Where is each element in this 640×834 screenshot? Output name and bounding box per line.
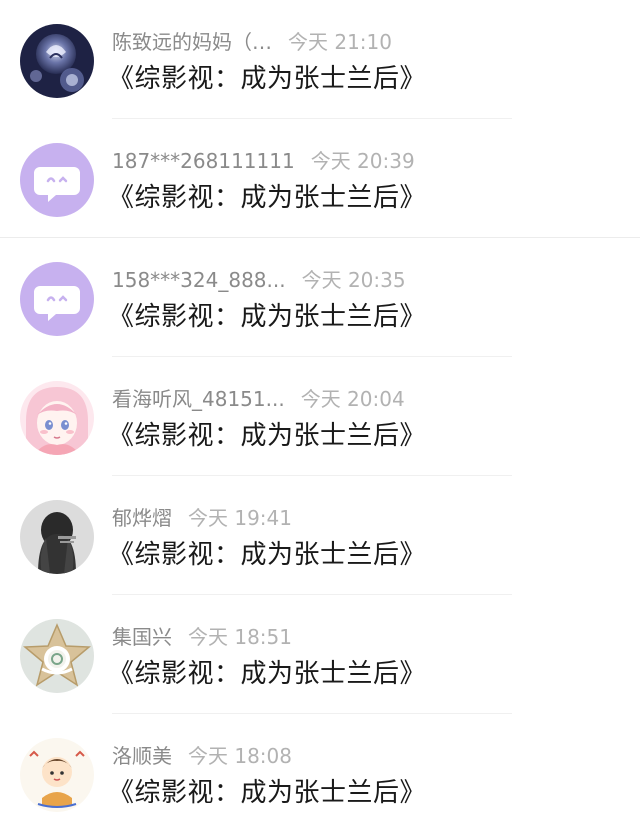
comment-list: 陈致远的妈妈（… 今天 21:10 《综影视：成为张士兰后》 187***2681… <box>0 0 640 834</box>
book-title[interactable]: 《综影视：成为张士兰后》 <box>108 419 426 453</box>
timestamp: 今天 18:51 <box>188 625 292 649</box>
username[interactable]: 陈致远的妈妈（… <box>112 30 272 54</box>
comment-item[interactable]: 陈致远的妈妈（… 今天 21:10 《综影视：成为张士兰后》 <box>0 0 640 119</box>
cartoon-boy-icon <box>20 738 94 812</box>
comment-meta: 陈致远的妈妈（… 今天 21:10 <box>112 28 392 56</box>
timestamp: 今天 19:41 <box>188 506 292 530</box>
anime-girl-icon <box>20 381 94 455</box>
timestamp: 今天 20:39 <box>310 149 415 173</box>
comment-meta: 郁烨熠 今天 19:41 <box>112 504 292 532</box>
star-cake-avatar[interactable] <box>20 619 94 693</box>
comment-meta: 洛顺美 今天 18:08 <box>112 742 292 770</box>
username[interactable]: 看海听风_48151... <box>112 387 285 411</box>
book-title[interactable]: 《综影视：成为张士兰后》 <box>108 776 426 810</box>
cartoon-boy-avatar[interactable] <box>20 738 94 812</box>
timestamp: 今天 20:04 <box>300 387 405 411</box>
chat-bubble-icon <box>20 143 94 217</box>
chat-bubble-icon <box>20 262 94 336</box>
default-chat-bubble-avatar[interactable] <box>20 143 94 217</box>
book-title[interactable]: 《综影视：成为张士兰后》 <box>108 300 426 334</box>
book-title[interactable]: 《综影视：成为张士兰后》 <box>108 657 426 691</box>
username[interactable]: 郁烨熠 <box>112 506 172 530</box>
blue-rose-avatar[interactable] <box>20 24 94 98</box>
portrait-icon <box>20 500 94 574</box>
star-cake-icon <box>20 619 94 693</box>
comment-item[interactable]: 187***268111111 今天 20:39 《综影视：成为张士兰后》 <box>0 119 640 238</box>
username[interactable]: 158***324_888... <box>112 268 286 292</box>
comment-item[interactable]: 158***324_888... 今天 20:35 《综影视：成为张士兰后》 <box>0 238 640 357</box>
comment-item[interactable]: 看海听风_48151... 今天 20:04 《综影视：成为张士兰后》 <box>0 357 640 476</box>
comment-item[interactable]: 郁烨熠 今天 19:41 《综影视：成为张士兰后》 <box>0 476 640 595</box>
timestamp: 今天 21:10 <box>288 30 392 54</box>
comment-meta: 集国兴 今天 18:51 <box>112 623 292 651</box>
username[interactable]: 洛顺美 <box>112 744 172 768</box>
timestamp: 今天 18:08 <box>188 744 292 768</box>
book-title[interactable]: 《综影视：成为张士兰后》 <box>108 62 426 96</box>
username[interactable]: 187***268111111 <box>112 149 295 173</box>
book-title[interactable]: 《综影视：成为张士兰后》 <box>108 538 426 572</box>
dark-hair-portrait-avatar[interactable] <box>20 500 94 574</box>
timestamp: 今天 20:35 <box>301 268 406 292</box>
comment-meta: 158***324_888... 今天 20:35 <box>112 266 406 294</box>
blue-rose-icon <box>20 24 94 98</box>
comment-item[interactable]: 集国兴 今天 18:51 《综影视：成为张士兰后》 <box>0 595 640 714</box>
anime-girl-avatar[interactable] <box>20 381 94 455</box>
comment-item[interactable]: 洛顺美 今天 18:08 《综影视：成为张士兰后》 <box>0 714 640 833</box>
comment-meta: 187***268111111 今天 20:39 <box>112 147 415 175</box>
book-title[interactable]: 《综影视：成为张士兰后》 <box>108 181 426 215</box>
comment-meta: 看海听风_48151... 今天 20:04 <box>112 385 405 413</box>
default-chat-bubble-avatar[interactable] <box>20 262 94 336</box>
username[interactable]: 集国兴 <box>112 625 172 649</box>
